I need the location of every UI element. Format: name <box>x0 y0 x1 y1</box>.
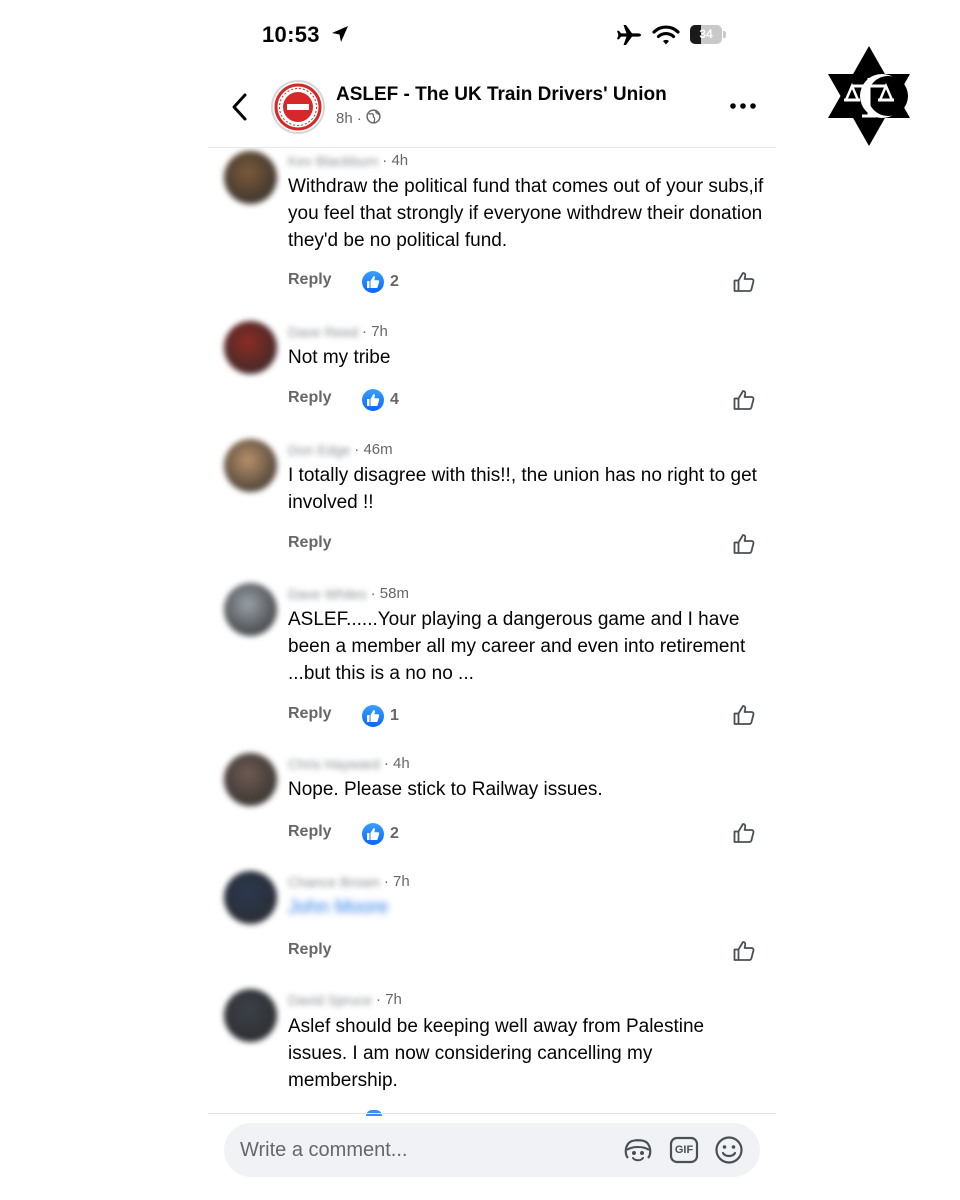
like-count: 4 <box>390 391 399 408</box>
like-thumb-icon[interactable] <box>732 388 756 412</box>
comment-header: Don Edge · 46m <box>288 441 393 458</box>
reaction-count[interactable]: 1 <box>362 705 399 727</box>
gif-icon[interactable]: GIF <box>669 1136 699 1164</box>
globe-icon <box>366 109 381 128</box>
comment-author[interactable]: Kev Blackburn <box>288 153 378 169</box>
like-thumb-icon[interactable] <box>732 703 756 727</box>
comment-time: 7h <box>385 991 402 1008</box>
reply-button[interactable]: Reply <box>288 271 332 289</box>
comment-author[interactable]: Chris Hayward <box>288 756 380 772</box>
meta-separator: · <box>356 110 362 127</box>
comment-text: Nope. Please stick to Railway issues. <box>288 779 603 800</box>
comment-time: 7h <box>393 873 410 890</box>
post-age: 8h <box>336 110 353 127</box>
like-count: 2 <box>390 273 399 290</box>
post-meta: 8h · <box>336 109 381 128</box>
emoji-icon[interactable] <box>714 1135 744 1165</box>
comment-author[interactable]: Don Edge <box>288 442 350 458</box>
comment-author[interactable]: Chance Brown <box>288 874 380 890</box>
reply-button[interactable]: Reply <box>288 389 332 407</box>
post-header: ASLEF - The UK Train Drivers' Union 8h · <box>0 72 960 148</box>
commenter-avatar[interactable] <box>224 321 277 374</box>
comment-input[interactable] <box>240 1123 600 1177</box>
commenter-avatar[interactable] <box>224 871 277 924</box>
commenter-avatar[interactable] <box>224 753 277 806</box>
comment-text: Aslef should be keeping well away from P… <box>288 1016 705 1091</box>
comment-time: 46m <box>363 441 393 458</box>
comment-author[interactable]: David Spruce <box>288 992 372 1008</box>
reaction-count[interactable]: 2 <box>362 271 399 293</box>
comment-header: David Spruce · 7h <box>288 991 402 1008</box>
reply-button[interactable]: Reply <box>288 705 332 723</box>
reply-button[interactable]: Reply <box>288 823 332 841</box>
comment-composer: GIF <box>224 1123 760 1177</box>
like-thumb-icon[interactable] <box>732 532 756 556</box>
comment-header: Dave Reed · 7h <box>288 323 388 340</box>
commenter-avatar[interactable] <box>224 583 277 636</box>
wifi-icon <box>652 24 680 51</box>
like-thumb-icon[interactable] <box>732 270 756 294</box>
comment-author[interactable]: Dave Reed <box>288 324 358 340</box>
like-count: 1 <box>390 707 399 724</box>
comment-header: Dave Whiles · 58m <box>288 585 409 602</box>
commenter-avatar[interactable] <box>224 989 277 1042</box>
comment-tag-link[interactable]: John Moore <box>288 894 766 921</box>
comment-time: 4h <box>391 152 409 169</box>
commenter-avatar[interactable] <box>224 151 277 204</box>
back-chevron-icon[interactable] <box>226 90 254 124</box>
page-name[interactable]: ASLEF - The UK Train Drivers' Union <box>336 84 667 106</box>
status-time: 10:53 <box>262 22 320 47</box>
like-reaction-icon <box>362 389 384 411</box>
like-thumb-icon[interactable] <box>732 939 756 963</box>
status-bar: 10:53 34 <box>0 0 960 70</box>
like-reaction-icon <box>362 271 384 293</box>
airplane-mode-icon <box>616 24 642 51</box>
gif-label: GIF <box>674 1144 694 1156</box>
location-arrow-icon <box>331 25 349 48</box>
commenter-avatar[interactable] <box>224 439 277 492</box>
comment-header: Chance Brown · 7h <box>288 873 410 890</box>
reply-button[interactable]: Reply <box>288 941 332 959</box>
composer-divider <box>208 1113 776 1114</box>
battery-level-text: 34 <box>699 27 713 41</box>
like-reaction-icon <box>362 823 384 845</box>
like-count: 2 <box>390 825 399 842</box>
comment-text: ASLEF......Your playing a dangerous game… <box>288 609 746 684</box>
comment-header: Kev Blackburn · 4h <box>288 152 409 169</box>
comment-list: Kev Blackburn · 4h Withdraw the politica… <box>0 148 960 1114</box>
reaction-count[interactable]: 2 <box>362 823 399 845</box>
comment-time: 58m <box>379 585 409 602</box>
like-reaction-icon <box>362 705 384 727</box>
comment-header: Chris Hayward · 4h <box>288 755 410 772</box>
more-options-icon[interactable] <box>728 94 758 118</box>
comment-time: 7h <box>371 323 388 340</box>
battery-indicator: 34 <box>690 25 726 44</box>
comment-author[interactable]: Dave Whiles <box>288 586 367 602</box>
comment-time: 4h <box>392 755 410 772</box>
comment-text: Withdraw the political fund that comes o… <box>288 176 764 251</box>
like-thumb-icon[interactable] <box>732 821 756 845</box>
reply-button[interactable]: Reply <box>288 534 332 552</box>
comment-text: Not my tribe <box>288 347 391 368</box>
avatar-sticker-icon[interactable] <box>623 1136 653 1164</box>
reaction-count[interactable]: 4 <box>362 389 399 411</box>
comment-text: I totally disagree with this!!, the unio… <box>288 465 757 513</box>
page-avatar[interactable] <box>271 80 325 134</box>
